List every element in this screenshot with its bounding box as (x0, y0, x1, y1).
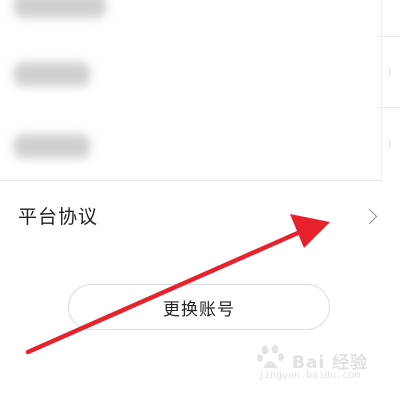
platform-agreement-label: 平台协议 (18, 206, 99, 228)
chevron-right-icon (361, 208, 378, 225)
paw-logo-icon (257, 344, 284, 368)
settings-list: 平台协议 更换账号 Bai 经验 jingyan.baidu.com (0, 0, 400, 400)
switch-account-button[interactable]: 更换账号 (68, 284, 330, 330)
settings-row-redacted-3[interactable] (0, 108, 400, 178)
settings-row-redacted-1[interactable] (0, 0, 400, 36)
baidu-jingyan-watermark: Bai 经验 jingyan.baidu.com (256, 344, 376, 384)
redacted-label (14, 0, 106, 18)
redacted-label (14, 134, 90, 158)
redacted-label (14, 62, 90, 86)
settings-row-platform-agreement[interactable]: 平台协议 (0, 181, 400, 253)
chevron-right-icon (385, 68, 390, 76)
edge-line (381, 0, 382, 180)
watermark-url: jingyan.baidu.com (258, 370, 361, 381)
settings-row-redacted-2[interactable] (0, 37, 400, 107)
chevron-right-icon (385, 140, 390, 148)
